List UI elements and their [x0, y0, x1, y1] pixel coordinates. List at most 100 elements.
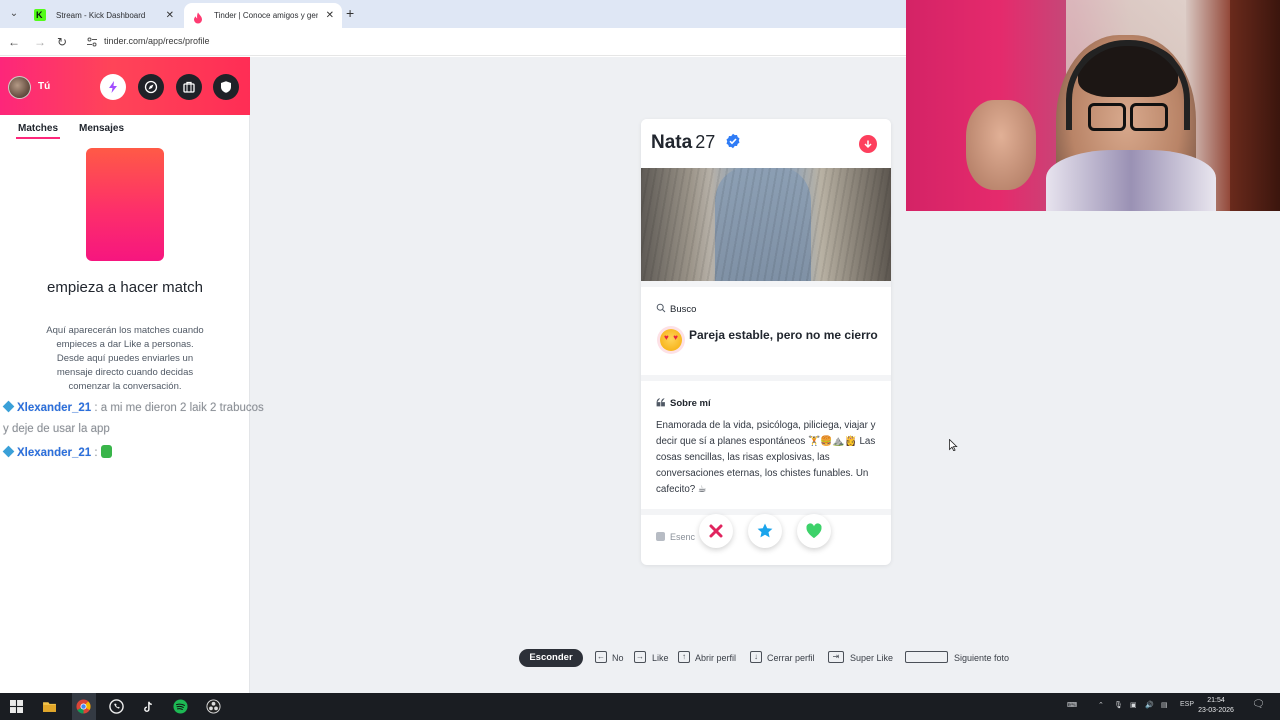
key-up-icon: ↑	[678, 651, 690, 663]
tab-messages[interactable]: Mensajes	[79, 123, 124, 134]
about-label-row: Sobre mí	[656, 397, 711, 409]
compass-icon	[144, 80, 158, 94]
section-divider	[641, 281, 891, 287]
tab-title: Tinder | Conoce amigos y gente	[214, 11, 318, 20]
chat-emote-icon	[100, 445, 112, 458]
chat-text: :	[94, 447, 98, 459]
heart-icon	[806, 523, 822, 538]
superlike-button[interactable]	[748, 514, 782, 548]
file-explorer-icon[interactable]	[41, 698, 58, 715]
mouse-cursor-icon	[949, 439, 958, 451]
profile-card: Nata27 Busco Pareja estable, pero no me …	[641, 119, 891, 565]
essentials-icon	[656, 532, 665, 541]
photo-texture	[641, 168, 891, 281]
shortcut-label: No	[612, 653, 624, 663]
about-section: Sobre mí Enamorada de la vida, psicóloga…	[641, 381, 891, 509]
like-button[interactable]	[797, 514, 831, 548]
explore-button[interactable]	[138, 74, 164, 100]
stream-chat-overlay: Xlexander_21 : a mi me dieron 2 laik 2 t…	[2, 398, 265, 464]
profile-header: Nata 27	[641, 119, 891, 168]
speaker-icon[interactable]: 🔊	[1145, 701, 1154, 709]
looking-for-value: Pareja estable, pero no me cierro	[689, 328, 878, 342]
notifications-icon[interactable]: 🗨	[1252, 699, 1265, 710]
webcam-shirt	[1046, 150, 1216, 211]
windows-start-icon[interactable]	[8, 698, 25, 715]
active-tab-indicator	[16, 137, 60, 139]
nope-button[interactable]	[699, 514, 733, 548]
keyboard-shortcuts-bar: Esconder ← No → Like ↑ Abrir perfil ↓ Ce…	[0, 647, 1280, 671]
network-icon[interactable]: ▤	[1161, 701, 1168, 709]
webcam-hand	[966, 100, 1036, 190]
key-space-icon	[905, 651, 948, 663]
streamer-webcam	[906, 0, 1280, 211]
key-down-icon: ↓	[750, 651, 762, 663]
sidebar-header: Tú	[0, 57, 250, 115]
boost-button[interactable]	[100, 74, 126, 100]
quote-icon	[656, 398, 665, 407]
obs-icon[interactable]	[205, 698, 222, 715]
looking-for-label-row: Busco	[656, 303, 696, 315]
clock-date: 23-03-2026	[1198, 707, 1234, 714]
key-left-icon: ←	[595, 651, 607, 663]
profile-photo[interactable]	[641, 168, 891, 281]
avatar[interactable]	[8, 76, 31, 99]
tinder-favicon-icon	[192, 9, 204, 24]
device-icon[interactable]: ▣	[1130, 701, 1137, 709]
search-icon	[656, 303, 666, 313]
empty-state-description: Aquí aparecerán los matches cuando empie…	[46, 325, 204, 392]
chat-message: Xlexander_21 : a mi me dieron 2 laik 2 t…	[2, 398, 265, 440]
forward-icon[interactable]: →	[32, 34, 48, 50]
tray-chevron-icon[interactable]: ⌃	[1098, 701, 1104, 709]
shortcut-label: Super Like	[850, 653, 894, 663]
safety-button[interactable]	[213, 74, 239, 100]
shortcut-label: Siguiente foto	[954, 653, 1010, 663]
browser-tab-strip: ⌄ Stream - Kick Dashboard ✕ Tinder | Con…	[0, 0, 906, 28]
lightning-icon	[109, 81, 117, 93]
tab-title: Stream - Kick Dashboard	[56, 11, 146, 20]
verified-icon	[726, 133, 739, 149]
chat-username: Xlexander_21	[17, 402, 92, 414]
whatsapp-icon[interactable]	[108, 698, 125, 715]
new-tab-icon[interactable]: +	[346, 5, 354, 21]
tiktok-icon[interactable]	[139, 698, 156, 715]
browser-tab-tinder[interactable]: Tinder | Conoce amigos y gente ✕	[184, 3, 342, 28]
tab-search-icon[interactable]: ⌄	[6, 6, 22, 22]
microphone-icon[interactable]: 🎙	[1114, 701, 1123, 709]
kick-favicon-icon	[34, 3, 46, 28]
back-icon[interactable]: ←	[6, 34, 22, 50]
chat-username: Xlexander_21	[17, 447, 92, 459]
tab-matches[interactable]: Matches	[18, 123, 58, 134]
language-indicator[interactable]: ESP	[1180, 701, 1194, 708]
sidebar-tabs: Matches Mensajes	[0, 123, 250, 143]
close-profile-button[interactable]	[859, 135, 877, 153]
key-right-icon: →	[634, 651, 646, 663]
browser-tab-kick[interactable]: Stream - Kick Dashboard ✕	[26, 3, 182, 28]
system-clock[interactable]: 21:54 23-03-2026	[1198, 696, 1234, 716]
keyboard-icon[interactable]: ⌨	[1067, 701, 1077, 709]
sidebar: Tú Matches Mensajes empieza a hacer matc…	[0, 57, 250, 693]
heart-eyes-emoji-icon	[660, 329, 682, 351]
chat-badge-icon	[2, 445, 15, 458]
profile-label[interactable]: Tú	[38, 81, 50, 92]
close-tab-icon[interactable]: ✕	[326, 3, 334, 28]
briefcase-button[interactable]	[176, 74, 202, 100]
key-enter-icon: ⇥	[828, 651, 844, 663]
close-tab-icon[interactable]: ✕	[166, 3, 174, 28]
shield-icon	[221, 81, 231, 93]
empty-state-title: empieza a hacer match	[47, 279, 203, 296]
chrome-icon[interactable]	[75, 698, 92, 715]
arrow-down-icon	[864, 140, 872, 149]
hide-shortcuts-button[interactable]: Esconder	[519, 649, 583, 667]
essentials-text: Esenc	[670, 532, 696, 542]
glasses-icon	[1088, 103, 1168, 131]
looking-for-label: Busco	[670, 304, 697, 315]
about-text: Enamorada de la vida, psicóloga, pilicie…	[656, 420, 876, 495]
reload-icon[interactable]: ↻	[54, 34, 70, 50]
x-icon	[709, 524, 723, 538]
spotify-icon[interactable]	[172, 698, 189, 715]
site-settings-icon[interactable]	[86, 36, 98, 48]
action-buttons	[699, 514, 833, 550]
shortcut-label: Abrir perfil	[695, 653, 737, 663]
address-bar[interactable]: tinder.com/app/recs/profile	[104, 36, 210, 46]
webcam-shelf	[1230, 0, 1280, 211]
